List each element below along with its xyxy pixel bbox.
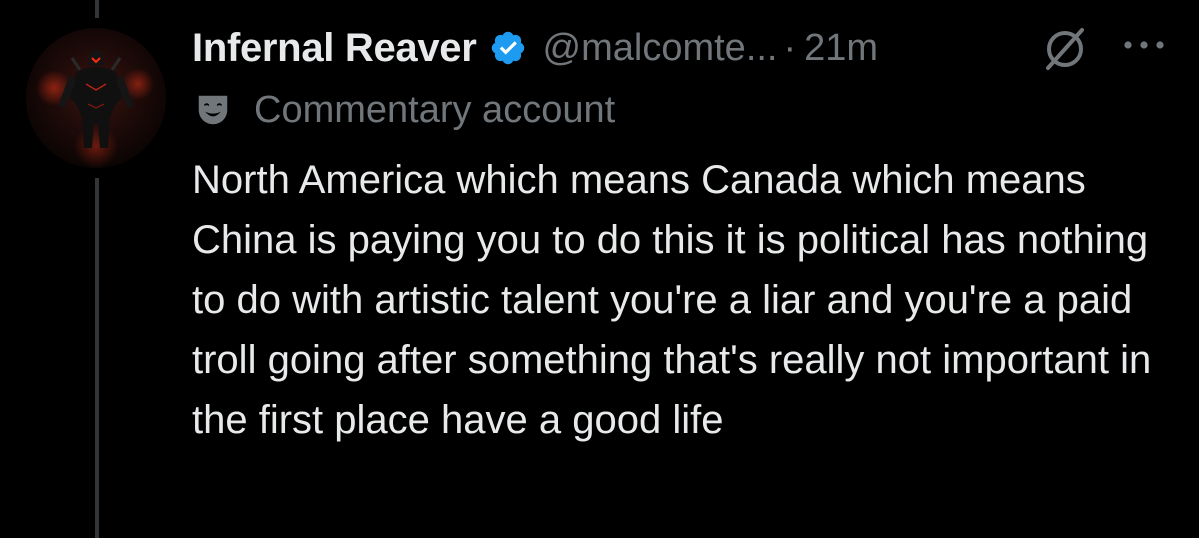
tweet-header: Infernal Reaver @malcomte... · 21m [192,20,878,76]
verified-badge-icon[interactable] [489,29,527,67]
grok-icon[interactable] [1040,24,1090,74]
thread-line-bottom [95,178,99,538]
display-name[interactable]: Infernal Reaver [192,26,477,71]
tweet-text: North America which means Canada which m… [192,158,1152,442]
thread-line-top [95,0,99,18]
user-handle[interactable]: @malcomte... [543,27,778,70]
dot-separator: · [783,26,797,69]
timestamp[interactable]: 21m [804,27,878,70]
avatar[interactable] [26,28,166,168]
account-label-text: Commentary account [254,88,616,131]
more-options-icon[interactable] [1120,30,1168,60]
account-label[interactable]: Commentary account [194,84,615,136]
theater-mask-icon [194,91,232,129]
